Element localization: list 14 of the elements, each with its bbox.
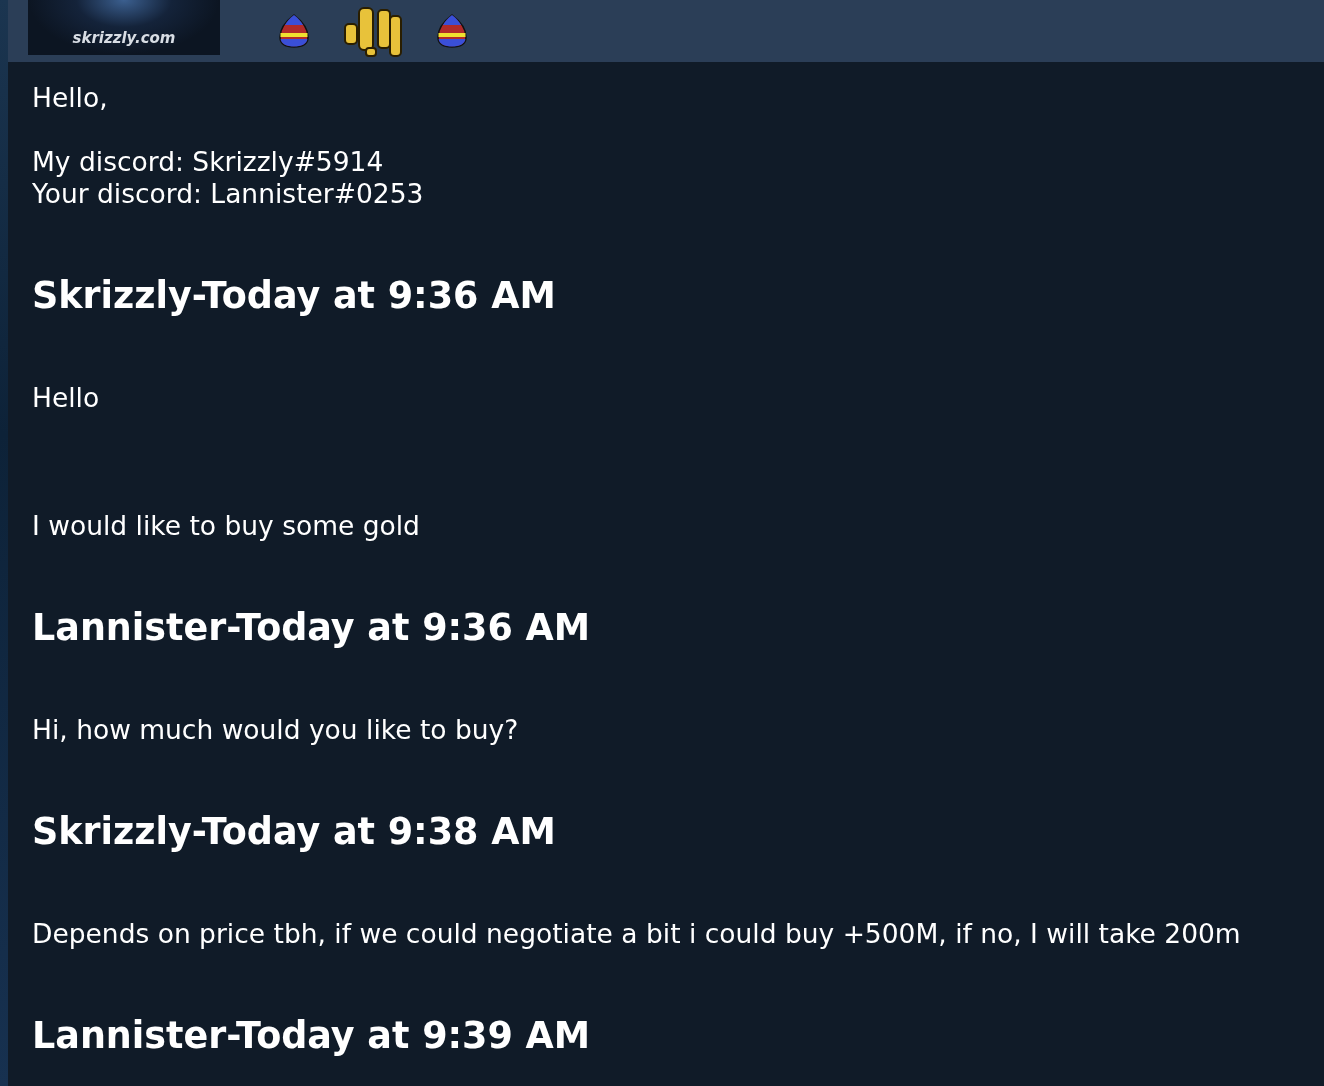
- message-author-heading: Skrizzly-Today at 9:38 AM: [32, 812, 557, 852]
- intro-text: My discord: Skrizzly#5914: [32, 146, 385, 178]
- striped-top-icon: [434, 13, 470, 49]
- striped-top-icon: [276, 13, 312, 49]
- message-text: Hello: [32, 382, 101, 414]
- message-text: Hi, how much would you like to buy?: [32, 714, 520, 746]
- message-text: Depends on price tbh, if we could negotiate a bit i could buy +500M, if no, I will take 200m: [32, 918, 1242, 950]
- site-logo[interactable]: skrizzly.com: [28, 0, 220, 55]
- message-author-heading: Skrizzly-Today at 9:36 AM: [32, 276, 557, 316]
- intro-text: Hello,: [32, 82, 109, 114]
- message-author-heading: Lannister-Today at 9:36 AM: [32, 608, 592, 648]
- message-author-heading: Lannister-Today at 9:39 AM: [32, 1016, 592, 1056]
- message-text: I would like to buy some gold: [32, 510, 421, 542]
- intro-text: Your discord: Lannister#0253: [32, 178, 425, 210]
